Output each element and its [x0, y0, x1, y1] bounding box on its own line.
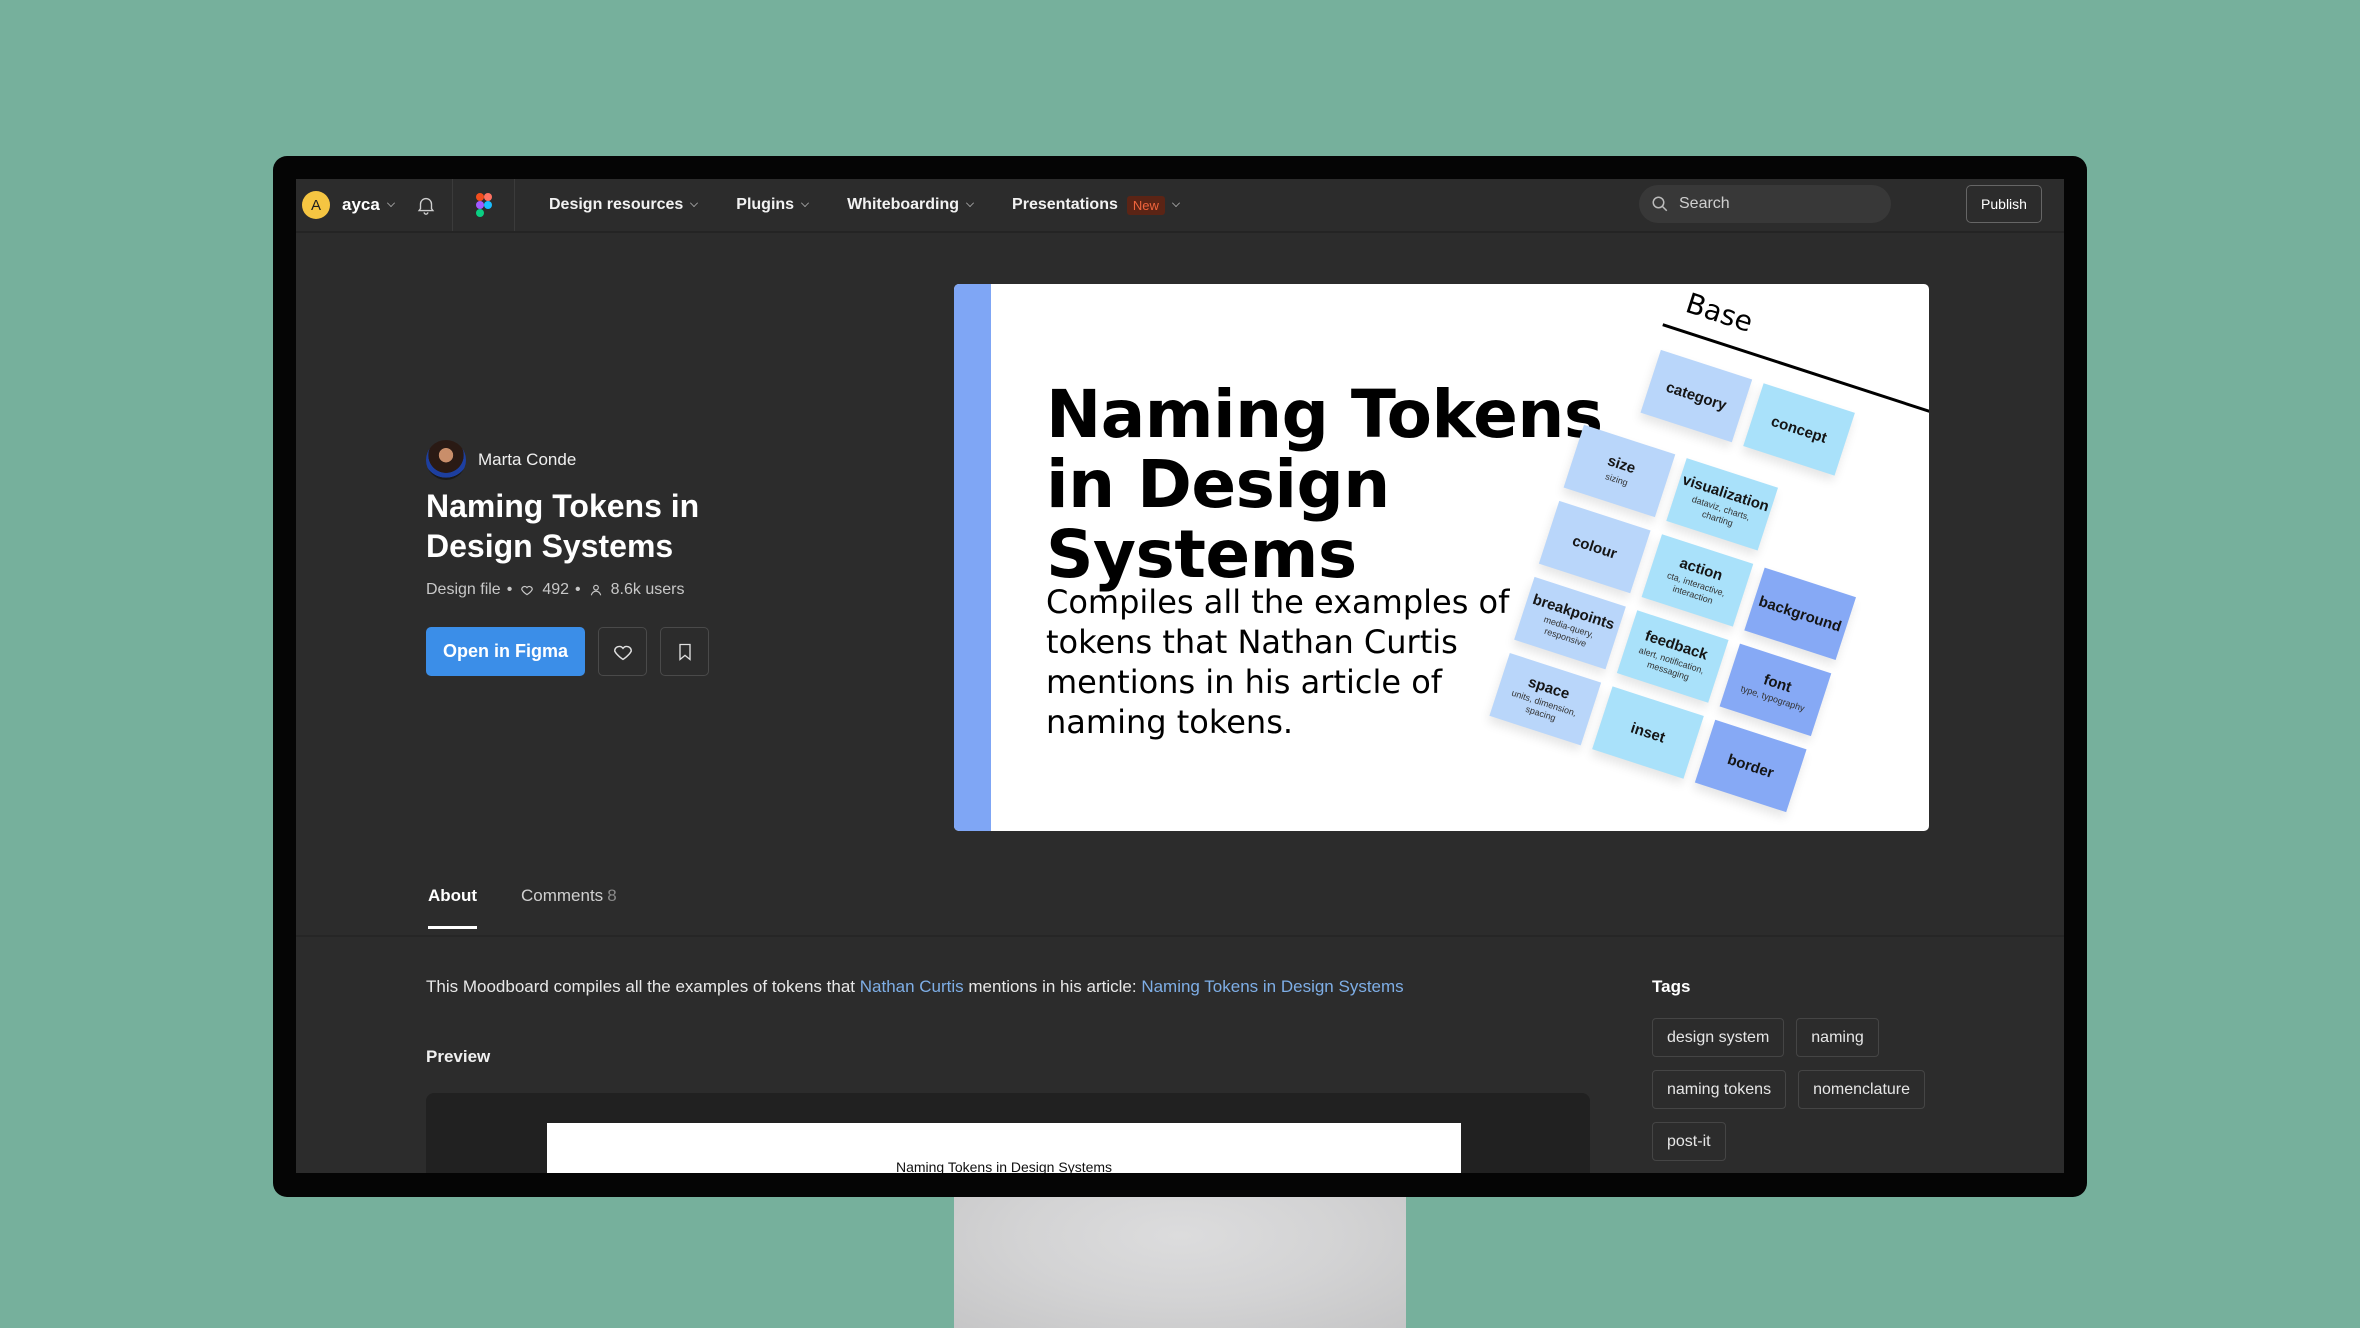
- base-label: Base: [1681, 286, 1757, 339]
- publish-button[interactable]: Publish: [1966, 185, 2042, 223]
- bell-icon[interactable]: [415, 194, 437, 216]
- thumbnail-subtitle: Compiles all the examples of tokens that…: [1046, 583, 1510, 741]
- chevron-down-icon: [690, 199, 699, 207]
- file-title: Naming Tokens in Design Systems: [426, 488, 700, 564]
- search-input[interactable]: [1679, 195, 1869, 213]
- preview-title: Naming Tokens in Design Systems: [895, 1159, 1113, 1173]
- users-count: 8.6k users: [610, 581, 685, 598]
- chevron-down-icon: [966, 199, 975, 207]
- preview-frame[interactable]: Naming Tokens in Design Systems: [426, 1093, 1590, 1173]
- sticky-note: action cta, interactive, interaction: [1641, 534, 1754, 627]
- tag-post-it[interactable]: post-it: [1652, 1122, 1726, 1161]
- chevron-down-icon: [801, 199, 810, 207]
- sticky-note: inset: [1592, 686, 1704, 779]
- thumbnail-accent-bar: [954, 284, 991, 831]
- sticky-note: breakpoints media-query, responsive: [1514, 576, 1626, 670]
- tag-design-system[interactable]: design system: [1652, 1018, 1785, 1057]
- monitor-stand: [954, 1196, 1406, 1328]
- article-link[interactable]: Naming Tokens in Design Systems: [1141, 977, 1403, 996]
- tag-naming-tokens[interactable]: naming tokens: [1652, 1070, 1787, 1109]
- file-meta: Design file • 492 • 8.6k users: [426, 581, 685, 598]
- likes-count: 492: [542, 581, 570, 598]
- preview-heading: Preview: [426, 1047, 491, 1066]
- file-type: Design file: [426, 581, 501, 598]
- sticky-note: category: [1640, 349, 1753, 443]
- preview-page: Naming Tokens in Design Systems: [547, 1123, 1461, 1173]
- file-description: This Moodboard compiles all the examples…: [426, 977, 1404, 996]
- tag-nomenclature[interactable]: nomenclature: [1798, 1070, 1926, 1109]
- author-name[interactable]: Marta Conde: [478, 450, 576, 470]
- sticky-note: border: [1694, 719, 1807, 813]
- heart-icon: [613, 645, 632, 660]
- tags-list: design system naming naming tokens nomen…: [1652, 1018, 1932, 1161]
- bookmark-icon: [678, 643, 691, 661]
- nav-design-resources[interactable]: Design resources: [549, 196, 699, 214]
- tags-heading: Tags: [1652, 977, 1691, 996]
- sticky-note: feedback alert, notification, messaging: [1616, 610, 1729, 703]
- sticky-note: space units, dimension, spacing: [1489, 652, 1602, 746]
- author[interactable]: Marta Conde: [426, 440, 576, 480]
- nav-plugins[interactable]: Plugins: [736, 196, 810, 214]
- new-badge: New: [1126, 195, 1165, 215]
- nav-whiteboarding[interactable]: Whiteboarding: [847, 196, 975, 214]
- heart-icon: [521, 585, 534, 596]
- top-nav: A ayca Design resources Plugins Whiteboa…: [296, 179, 2064, 233]
- tag-naming[interactable]: naming: [1796, 1018, 1879, 1057]
- user-avatar[interactable]: A: [302, 191, 330, 219]
- sticky-note: font type, typography: [1719, 643, 1832, 737]
- open-in-figma-button[interactable]: Open in Figma: [426, 627, 585, 676]
- author-avatar[interactable]: [426, 440, 466, 480]
- username[interactable]: ayca: [342, 195, 380, 215]
- bookmark-button[interactable]: [660, 627, 709, 676]
- author-link[interactable]: Nathan Curtis: [860, 977, 964, 996]
- search-icon: [1652, 196, 1668, 212]
- sticky-note: background: [1744, 567, 1856, 661]
- sticky-note: concept: [1743, 383, 1855, 476]
- chevron-down-icon: [386, 199, 395, 207]
- browser-screen: A ayca Design resources Plugins Whiteboa…: [296, 179, 2064, 1173]
- figma-logo-icon[interactable]: [453, 179, 515, 231]
- nav-presentations[interactable]: Presentations New: [1012, 195, 1180, 215]
- file-actions: Open in Figma: [426, 627, 709, 676]
- like-button[interactable]: [598, 627, 647, 676]
- tab-about[interactable]: About: [428, 886, 478, 929]
- nav-menu: Design resources Plugins Whiteboarding P…: [549, 195, 1218, 215]
- comments-count: 8: [607, 886, 617, 905]
- sticky-note: size sizing: [1563, 424, 1676, 518]
- sticky-note: colour: [1538, 500, 1651, 594]
- content-tabs: About Comments 8: [296, 872, 2064, 937]
- search-bar[interactable]: [1639, 185, 1891, 223]
- chevron-down-icon: [1171, 199, 1180, 207]
- file-thumbnail[interactable]: Naming Tokens in Design Systems Compiles…: [954, 284, 1929, 831]
- user-icon: [590, 584, 601, 596]
- tab-comments[interactable]: Comments 8: [521, 886, 617, 926]
- user-menu[interactable]: A ayca: [296, 179, 453, 231]
- sticky-note: visualization dataviz, charts, charting: [1666, 458, 1779, 551]
